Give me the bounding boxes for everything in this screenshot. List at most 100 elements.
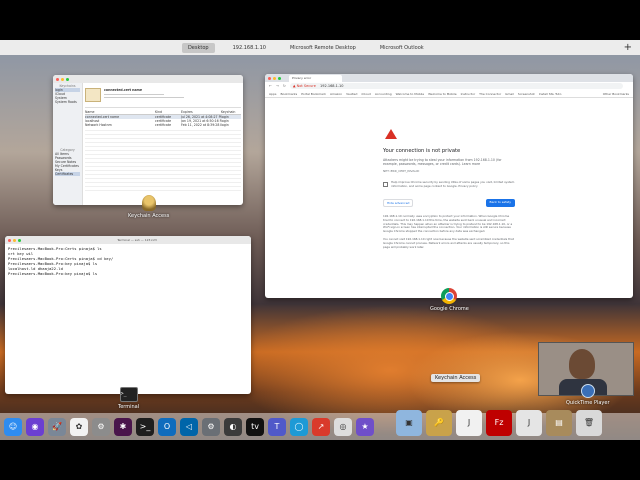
terminal-output[interactable]: Precilesaers-MacBook-Pro:Certs pinaja$ l… [5, 244, 251, 278]
terminal-window[interactable]: Terminal — ssh — 123×23 Precilesaers-Mac… [5, 236, 251, 394]
advanced-text-2: You cannot visit 192.168.1.10 right now … [383, 236, 514, 249]
minimize-button[interactable] [273, 76, 276, 80]
bookmark-item[interactable]: Portal Bookmark [301, 92, 326, 96]
dock-apple-tv-icon[interactable]: tv [246, 417, 264, 436]
bookmark-item[interactable]: iCloud [361, 92, 370, 96]
space-desktop[interactable]: Desktop [181, 42, 215, 53]
dock-filezilla-icon[interactable]: Fz [486, 409, 512, 436]
dock-settings-icon[interactable]: ⚙ [202, 417, 220, 436]
chrome-icon [441, 288, 458, 304]
bookmark-item[interactable]: The Connector [479, 92, 501, 96]
dock-browser-icon[interactable]: ◐ [224, 417, 242, 436]
cert-title: connected.cert name [104, 88, 143, 92]
dock-imovie-icon[interactable]: ★ [356, 417, 374, 436]
cell-expires: Feb 11, 2022 at 8:39:28 PM [181, 123, 221, 127]
bookmark-item[interactable]: Welcome to Mobile [396, 92, 424, 96]
minimize-button[interactable] [61, 77, 64, 81]
dock-launchpad-icon[interactable]: 🚀 [48, 417, 66, 436]
bookmark-item[interactable]: Amazon [330, 92, 342, 96]
dock-slack-icon[interactable]: ✱ [114, 417, 132, 436]
advanced-text-1: 192.168.1.10 normally uses encryption to… [383, 214, 513, 234]
url-text: 192.168.1.10 [320, 84, 344, 88]
keychain-window[interactable]: Keychains login iCloud System System Roo… [53, 75, 243, 205]
close-button[interactable] [56, 77, 59, 81]
bookmark-item[interactable]: Screenshot [518, 92, 535, 96]
keychain-item-system-roots[interactable]: System Roots [55, 100, 80, 104]
back-to-safety-button[interactable]: Back to safety [485, 199, 515, 207]
keychain-desktop-icon[interactable]: Keychain Access [128, 195, 169, 219]
bookmark-item[interactable]: Instructor [461, 92, 476, 96]
terminal-desktop-icon[interactable]: >_ Terminal [118, 387, 139, 410]
dock-preferences-icon[interactable]: ⚙ [92, 417, 110, 436]
space-remote-ip[interactable]: 192.168.1.10 [227, 43, 272, 53]
forward-icon[interactable]: → [276, 84, 279, 88]
minimize-button[interactable] [13, 238, 16, 242]
address-bar[interactable]: ▲ Not Secure 192.168.1.10 [289, 83, 623, 89]
terminal-titlebar[interactable]: Terminal — ssh — 123×23 [5, 236, 251, 244]
empty-rows [85, 127, 241, 191]
back-icon[interactable]: ← [269, 84, 272, 88]
security-checkbox[interactable] [383, 182, 388, 188]
category-certificates[interactable]: Certificates [55, 172, 80, 176]
bookmark-item[interactable]: Vaulted [346, 92, 357, 96]
chrome-desktop-icon[interactable]: Google Chrome [430, 288, 469, 312]
dock-keychain-icon[interactable]: 🔑 [426, 409, 452, 436]
chrome-tabstrip: Privacy error [265, 74, 633, 82]
presenter-avatar [569, 349, 595, 379]
col-keychain[interactable]: Keychain [221, 110, 241, 114]
dock-preview-icon[interactable]: ▣ [396, 409, 422, 436]
zoom-button[interactable] [18, 238, 21, 242]
reload-icon[interactable]: ↻ [283, 84, 286, 88]
add-space-button[interactable]: + [624, 42, 632, 53]
zoom-button[interactable] [278, 76, 281, 80]
dock-remote-desktop-icon[interactable]: ↗ [312, 417, 330, 436]
bottom-letterbox [0, 440, 640, 480]
close-button[interactable] [8, 238, 11, 242]
chrome-toolbar: ← → ↻ ▲ Not Secure 192.168.1.10 [265, 82, 633, 90]
zoom-button[interactable] [66, 77, 69, 81]
bookmark-item[interactable]: Apps [269, 92, 276, 96]
dock-outlook-icon[interactable]: O [158, 417, 176, 436]
dock-siri-icon[interactable]: ◉ [26, 417, 44, 436]
error-body: Attackers might be trying to steal your … [383, 158, 502, 167]
other-bookmarks[interactable]: Other Bookmarks [603, 92, 629, 96]
terminal-title: Terminal — ssh — 123×23 [117, 238, 157, 242]
dock-teams-icon[interactable]: T [268, 417, 286, 436]
dock-photos-icon[interactable]: ✿ [70, 417, 88, 436]
table-row[interactable]: Network Hostnm certificate Feb 11, 2022 … [85, 123, 241, 127]
dock-chrome-icon[interactable]: ◎ [334, 417, 352, 436]
chrome-window[interactable]: Privacy error ← → ↻ ▲ Not Secure 192.168… [265, 74, 633, 298]
bookmark-item[interactable]: Gmail [505, 92, 514, 96]
dock-edge-icon[interactable]: ◯ [290, 417, 308, 436]
not-secure-label: Not Secure [296, 84, 316, 88]
dock-vscode-icon[interactable]: ◁ [180, 417, 198, 436]
terminal-line: Precilesaers-MacBook-Pro:key pinaja$ ls [8, 271, 98, 276]
bookmark-item[interactable]: Welcome to Mobile [428, 92, 456, 96]
col-kind[interactable]: Kind [155, 110, 181, 114]
tab-privacy-error[interactable]: Privacy error [289, 74, 342, 82]
dock-java-icon[interactable]: J [456, 409, 482, 436]
dock-trash-icon[interactable]: 🗑 [576, 409, 602, 436]
col-expires[interactable]: Expires [181, 110, 221, 114]
space-remote-desktop[interactable]: Microsoft Remote Desktop [284, 43, 362, 53]
col-name[interactable]: Name [85, 110, 155, 114]
cell-keychain: login [221, 123, 229, 127]
hide-advanced-button[interactable]: Hide advanced [383, 199, 414, 207]
bookmark-item[interactable]: Accounting [375, 92, 392, 96]
certificate-icon [85, 88, 101, 102]
bookmark-item[interactable]: Bookmarks [280, 92, 297, 96]
space-outlook[interactable]: Microsoft Outlook [374, 43, 430, 53]
dock-archive-icon[interactable]: ▤ [546, 409, 572, 436]
keychain-titlebar[interactable] [53, 75, 243, 83]
dock-terminal-icon[interactable]: >_ [136, 417, 154, 436]
keychain-sidebar: Keychains login iCloud System System Roo… [53, 83, 83, 205]
quicktime-desktop-icon[interactable]: QuickTime Player [566, 384, 610, 406]
dock-tooltip: Keychain Access [431, 374, 481, 382]
terminal-icon: >_ [119, 387, 138, 402]
dock-java-2-icon[interactable]: J [516, 409, 542, 436]
spaces-bar: Desktop 192.168.1.10 Microsoft Remote De… [0, 40, 640, 55]
dock-finder-icon[interactable]: ☺ [4, 417, 22, 436]
bookmark-item[interactable]: Install SSL Tuto [539, 92, 562, 96]
close-button[interactable] [268, 76, 271, 80]
keychain-desktop-label: Keychain Access [128, 213, 170, 219]
